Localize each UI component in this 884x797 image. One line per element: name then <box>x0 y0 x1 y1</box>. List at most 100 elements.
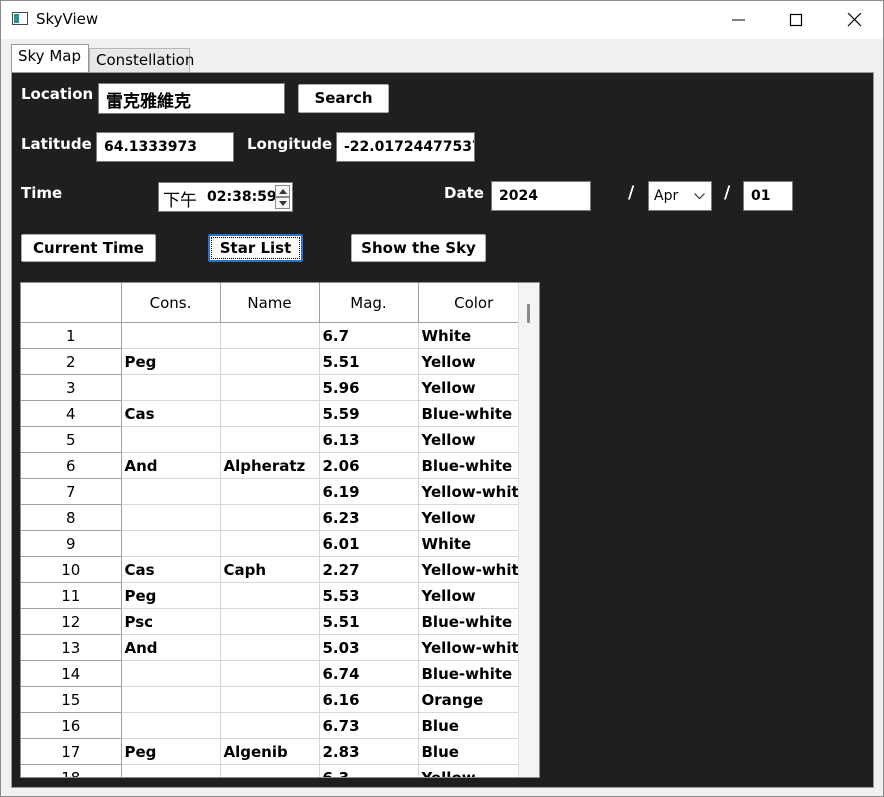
column-header-cons[interactable]: Cons. <box>121 283 221 323</box>
show-the-sky-button[interactable]: Show the Sky <box>351 234 486 262</box>
cell-cons[interactable] <box>121 712 221 739</box>
cell-cons[interactable] <box>121 322 221 349</box>
cell-name[interactable] <box>220 530 320 557</box>
table-row[interactable]: 7 6.19 Yellow-white <box>21 478 530 505</box>
row-header[interactable]: 8 <box>21 504 122 531</box>
table-row[interactable]: 10 Cas Caph 2.27 Yellow-white <box>21 556 530 583</box>
cell-mag[interactable]: 5.53 <box>319 582 419 609</box>
cell-color[interactable]: Yellow <box>418 374 530 401</box>
cell-name[interactable] <box>220 426 320 453</box>
column-header-name[interactable]: Name <box>220 283 320 323</box>
table-row[interactable]: 18 6.3 Yellow <box>21 764 530 777</box>
cell-cons[interactable] <box>121 660 221 687</box>
cell-mag[interactable]: 6.19 <box>319 478 419 505</box>
table-row[interactable]: 4 Cas 5.59 Blue-white <box>21 400 530 427</box>
current-time-button[interactable]: Current Time <box>21 234 156 262</box>
grid-corner-header[interactable] <box>21 283 122 323</box>
latitude-input[interactable]: 64.1333973 <box>96 132 234 162</box>
cell-color[interactable]: Yellow-white <box>418 556 530 583</box>
cell-cons[interactable] <box>121 478 221 505</box>
search-button[interactable]: Search <box>298 84 389 113</box>
cell-name[interactable] <box>220 400 320 427</box>
maximize-button[interactable] <box>768 1 826 39</box>
cell-mag[interactable]: 6.3 <box>319 764 419 777</box>
cell-color[interactable]: Yellow <box>418 582 530 609</box>
cell-name[interactable] <box>220 608 320 635</box>
cell-cons[interactable] <box>121 764 221 777</box>
time-increment-button[interactable] <box>275 185 290 197</box>
row-header[interactable]: 2 <box>21 348 122 375</box>
cell-cons[interactable]: Peg <box>121 348 221 375</box>
row-header[interactable]: 15 <box>21 686 122 713</box>
cell-name[interactable] <box>220 686 320 713</box>
cell-cons[interactable] <box>121 686 221 713</box>
cell-mag[interactable]: 6.7 <box>319 322 419 349</box>
cell-mag[interactable]: 2.27 <box>319 556 419 583</box>
tab-sky-map[interactable]: Sky Map <box>11 44 89 72</box>
table-row[interactable]: 9 6.01 White <box>21 530 530 557</box>
cell-name[interactable]: Caph <box>220 556 320 583</box>
table-row[interactable]: 15 6.16 Orange <box>21 686 530 713</box>
date-year-input[interactable]: 2024 <box>491 181 591 211</box>
cell-name[interactable] <box>220 348 320 375</box>
table-row[interactable]: 14 6.74 Blue-white <box>21 660 530 687</box>
star-list-grid[interactable]: Cons. Name Mag. Color 1 6.7 White 2 Peg 5.51 Y… <box>20 282 540 778</box>
minimize-button[interactable] <box>710 1 768 39</box>
cell-color[interactable]: Blue-white <box>418 660 530 687</box>
cell-cons[interactable]: Cas <box>121 400 221 427</box>
location-input[interactable]: 雷克雅維克 <box>98 83 285 114</box>
star-list-button[interactable]: Star List <box>208 234 303 262</box>
cell-name[interactable] <box>220 322 320 349</box>
cell-color[interactable]: Yellow <box>418 504 530 531</box>
cell-color[interactable]: Blue-white <box>418 400 530 427</box>
row-header[interactable]: 3 <box>21 374 122 401</box>
table-row[interactable]: 2 Peg 5.51 Yellow <box>21 348 530 375</box>
cell-cons[interactable]: And <box>121 452 221 479</box>
row-header[interactable]: 18 <box>21 764 122 777</box>
cell-color[interactable]: Blue-white <box>418 452 530 479</box>
date-day-input[interactable]: 01 <box>743 181 793 211</box>
cell-mag[interactable]: 5.59 <box>319 400 419 427</box>
cell-color[interactable]: White <box>418 322 530 349</box>
row-header[interactable]: 9 <box>21 530 122 557</box>
cell-mag[interactable]: 6.01 <box>319 530 419 557</box>
cell-name[interactable] <box>220 374 320 401</box>
close-button[interactable] <box>826 1 884 39</box>
cell-name[interactable] <box>220 764 320 777</box>
cell-cons[interactable]: Cas <box>121 556 221 583</box>
title-bar[interactable]: SkyView <box>1 1 883 39</box>
cell-color[interactable]: Yellow-white <box>418 634 530 661</box>
time-picker[interactable]: 下午 02:38:59 <box>158 182 293 212</box>
table-row[interactable]: 3 5.96 Yellow <box>21 374 530 401</box>
cell-color[interactable]: Yellow <box>418 348 530 375</box>
cell-name[interactable] <box>220 504 320 531</box>
cell-mag[interactable]: 5.03 <box>319 634 419 661</box>
cell-cons[interactable] <box>121 426 221 453</box>
row-header[interactable]: 6 <box>21 452 122 479</box>
cell-color[interactable]: Blue-white <box>418 608 530 635</box>
cell-color[interactable]: Yellow <box>418 764 530 777</box>
cell-mag[interactable]: 6.74 <box>319 660 419 687</box>
cell-color[interactable]: Blue <box>418 738 530 765</box>
cell-name[interactable]: Alpheratz <box>220 452 320 479</box>
row-header[interactable]: 13 <box>21 634 122 661</box>
cell-mag[interactable]: 6.23 <box>319 504 419 531</box>
table-row[interactable]: 8 6.23 Yellow <box>21 504 530 531</box>
cell-color[interactable]: Yellow-white <box>418 478 530 505</box>
cell-color[interactable]: Blue <box>418 712 530 739</box>
table-row[interactable]: 6 And Alpheratz 2.06 Blue-white <box>21 452 530 479</box>
row-header[interactable]: 16 <box>21 712 122 739</box>
date-month-select[interactable]: Apr <box>648 181 712 211</box>
tab-constellation[interactable]: Constellation <box>89 48 194 72</box>
cell-mag[interactable]: 2.06 <box>319 452 419 479</box>
cell-mag[interactable]: 2.83 <box>319 738 419 765</box>
row-header[interactable]: 17 <box>21 738 122 765</box>
cell-mag[interactable]: 5.96 <box>319 374 419 401</box>
cell-cons[interactable]: Psc <box>121 608 221 635</box>
table-row[interactable]: 12 Psc 5.51 Blue-white <box>21 608 530 635</box>
row-header[interactable]: 12 <box>21 608 122 635</box>
table-row[interactable]: 5 6.13 Yellow <box>21 426 530 453</box>
row-header[interactable]: 10 <box>21 556 122 583</box>
row-header[interactable]: 1 <box>21 322 122 349</box>
scrollbar-thumb[interactable] <box>527 304 530 323</box>
